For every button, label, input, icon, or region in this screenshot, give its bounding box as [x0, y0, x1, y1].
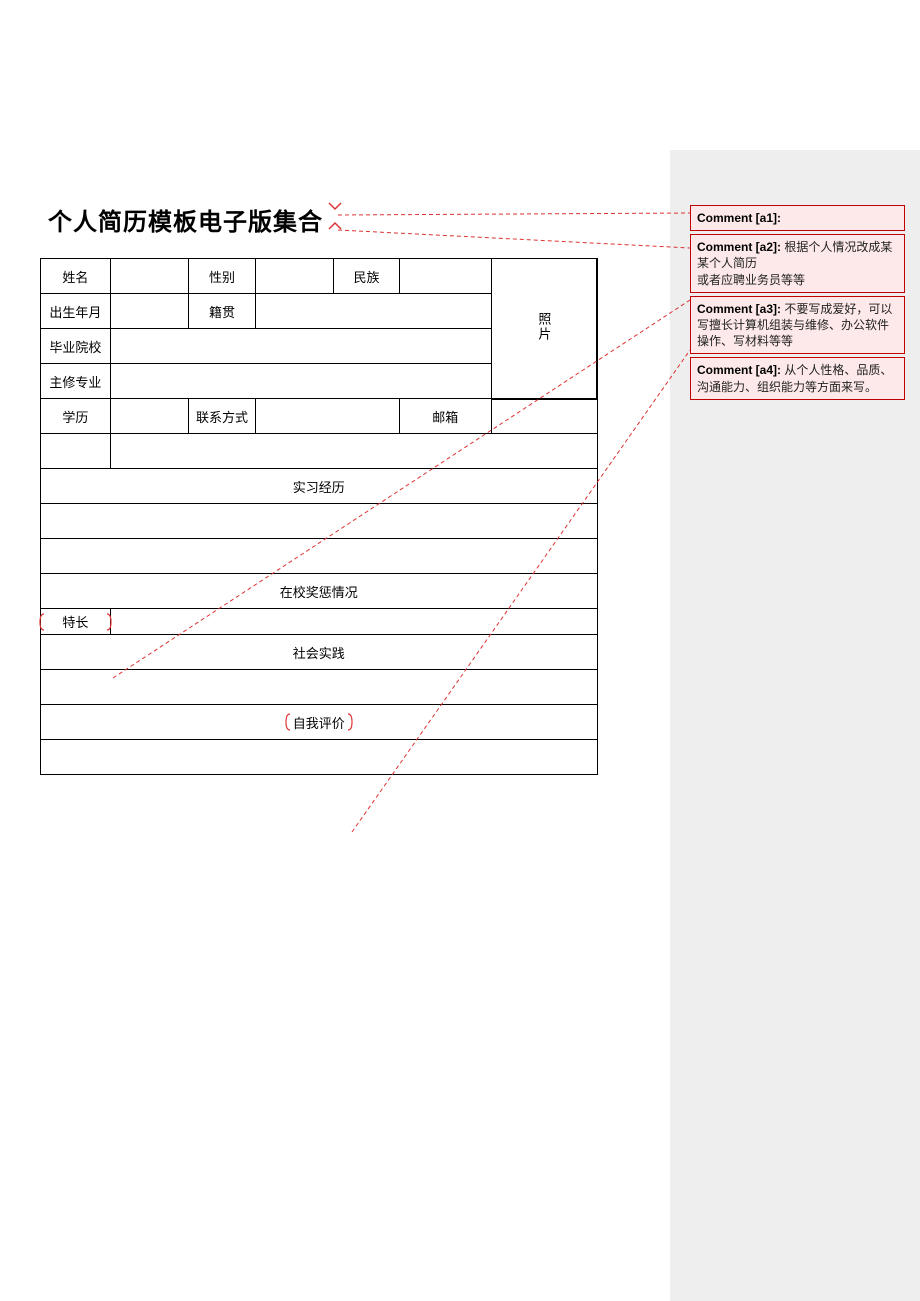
- label-name: 姓名: [41, 259, 111, 294]
- field-contact: [256, 399, 400, 434]
- label-contact: 联系方式: [188, 399, 256, 434]
- bracket-right-icon: [347, 713, 353, 731]
- label-school: 毕业院校: [41, 329, 111, 364]
- field-self-eval: [41, 740, 598, 775]
- comment-a3-label: Comment [a3]:: [697, 302, 781, 316]
- photo-cell: 照片: [491, 259, 597, 399]
- blank-field-1: [110, 434, 597, 469]
- field-name: [110, 259, 188, 294]
- resume-table: 姓名 性别 民族 照片 出生年月 籍贯 毕业院校 主修专业 学历 联系方式 邮箱…: [40, 258, 598, 775]
- field-major: [110, 364, 491, 399]
- label-strength-text: 特长: [62, 615, 88, 630]
- field-email: [491, 399, 597, 434]
- label-major: 主修专业: [41, 364, 111, 399]
- field-ethnicity: [399, 259, 491, 294]
- comment-a1: Comment [a1]:: [690, 205, 905, 231]
- field-gender: [256, 259, 334, 294]
- section-social-practice: 社会实践: [41, 635, 598, 670]
- bracket-left-icon: [39, 613, 45, 631]
- label-photo: 照片: [534, 312, 553, 342]
- section-self-eval: 自我评价: [41, 705, 598, 740]
- field-education: [110, 399, 188, 434]
- label-gender: 性别: [188, 259, 256, 294]
- comment-a2-label: Comment [a2]:: [697, 240, 781, 254]
- field-internship-2: [41, 539, 598, 574]
- section-school-awards: 在校奖惩情况: [41, 574, 598, 609]
- section-internship: 实习经历: [41, 469, 598, 504]
- field-internship-1: [41, 504, 598, 539]
- comment-a4: Comment [a4]: 从个人性格、品质、沟通能力、组织能力等方面来写。: [690, 357, 905, 399]
- field-school: [110, 329, 491, 364]
- label-birth: 出生年月: [41, 294, 111, 329]
- field-strength: [110, 609, 597, 635]
- field-birth: [110, 294, 188, 329]
- label-education: 学历: [41, 399, 111, 434]
- comments-list: Comment [a1]: Comment [a2]: 根据个人情况改成某某个人…: [690, 205, 905, 400]
- comment-a1-label: Comment [a1]:: [697, 211, 781, 225]
- label-email: 邮箱: [399, 399, 491, 434]
- bracket-right-icon: [106, 613, 112, 631]
- comment-a4-label: Comment [a4]:: [697, 363, 781, 377]
- field-social-practice: [41, 670, 598, 705]
- bracket-left-icon: [285, 713, 291, 731]
- label-ethnicity: 民族: [334, 259, 400, 294]
- label-strength: 特长: [41, 609, 111, 635]
- comment-a3: Comment [a3]: 不要写成爱好，可以写擅长计算机组装与维修、办公软件操…: [690, 296, 905, 355]
- document-title: 个人简历模板电子版集合: [48, 202, 323, 237]
- label-self-eval-text: 自我评价: [293, 716, 345, 731]
- label-native-place: 籍贯: [188, 294, 256, 329]
- field-native-place: [256, 294, 491, 329]
- blank-label-1: [41, 434, 111, 469]
- comment-a2: Comment [a2]: 根据个人情况改成某某个人简历 或者应聘业务员等等: [690, 234, 905, 293]
